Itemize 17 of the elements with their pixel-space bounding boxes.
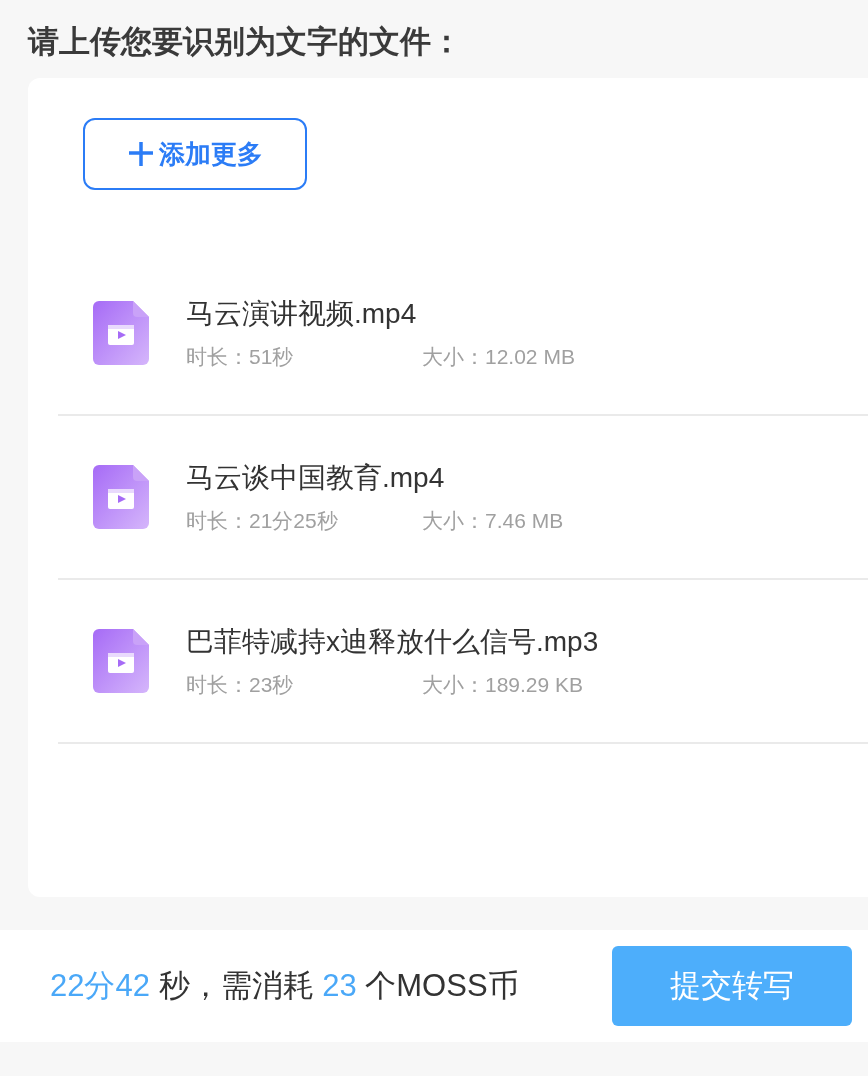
file-size: 大小：7.46 MB (422, 508, 565, 534)
video-file-icon (93, 301, 149, 365)
submit-button[interactable]: 提交转写 (612, 946, 852, 1026)
page-heading: 请上传您要识别为文字的文件： (28, 23, 463, 61)
video-file-icon (93, 465, 149, 529)
plus-icon (127, 140, 155, 168)
file-name: 马云演讲视频.mp4 (186, 297, 418, 331)
file-size: 大小：189.29 KB (422, 672, 585, 698)
file-duration: 时长：21分25秒 (186, 508, 339, 534)
file-duration: 时长：23秒 (186, 672, 295, 698)
video-file-icon (93, 629, 149, 693)
add-more-button[interactable]: 添加更多 (83, 118, 307, 190)
cost-summary: 22分42 秒，需消耗 23 个MOSS币 (50, 967, 519, 1005)
file-name: 巴菲特减持x迪释放什么信号.mp3 (186, 625, 600, 659)
file-duration: 时长：51秒 (186, 344, 295, 370)
file-name: 马云谈中国教育.mp4 (186, 461, 446, 495)
file-size: 大小：12.02 MB (422, 344, 576, 370)
